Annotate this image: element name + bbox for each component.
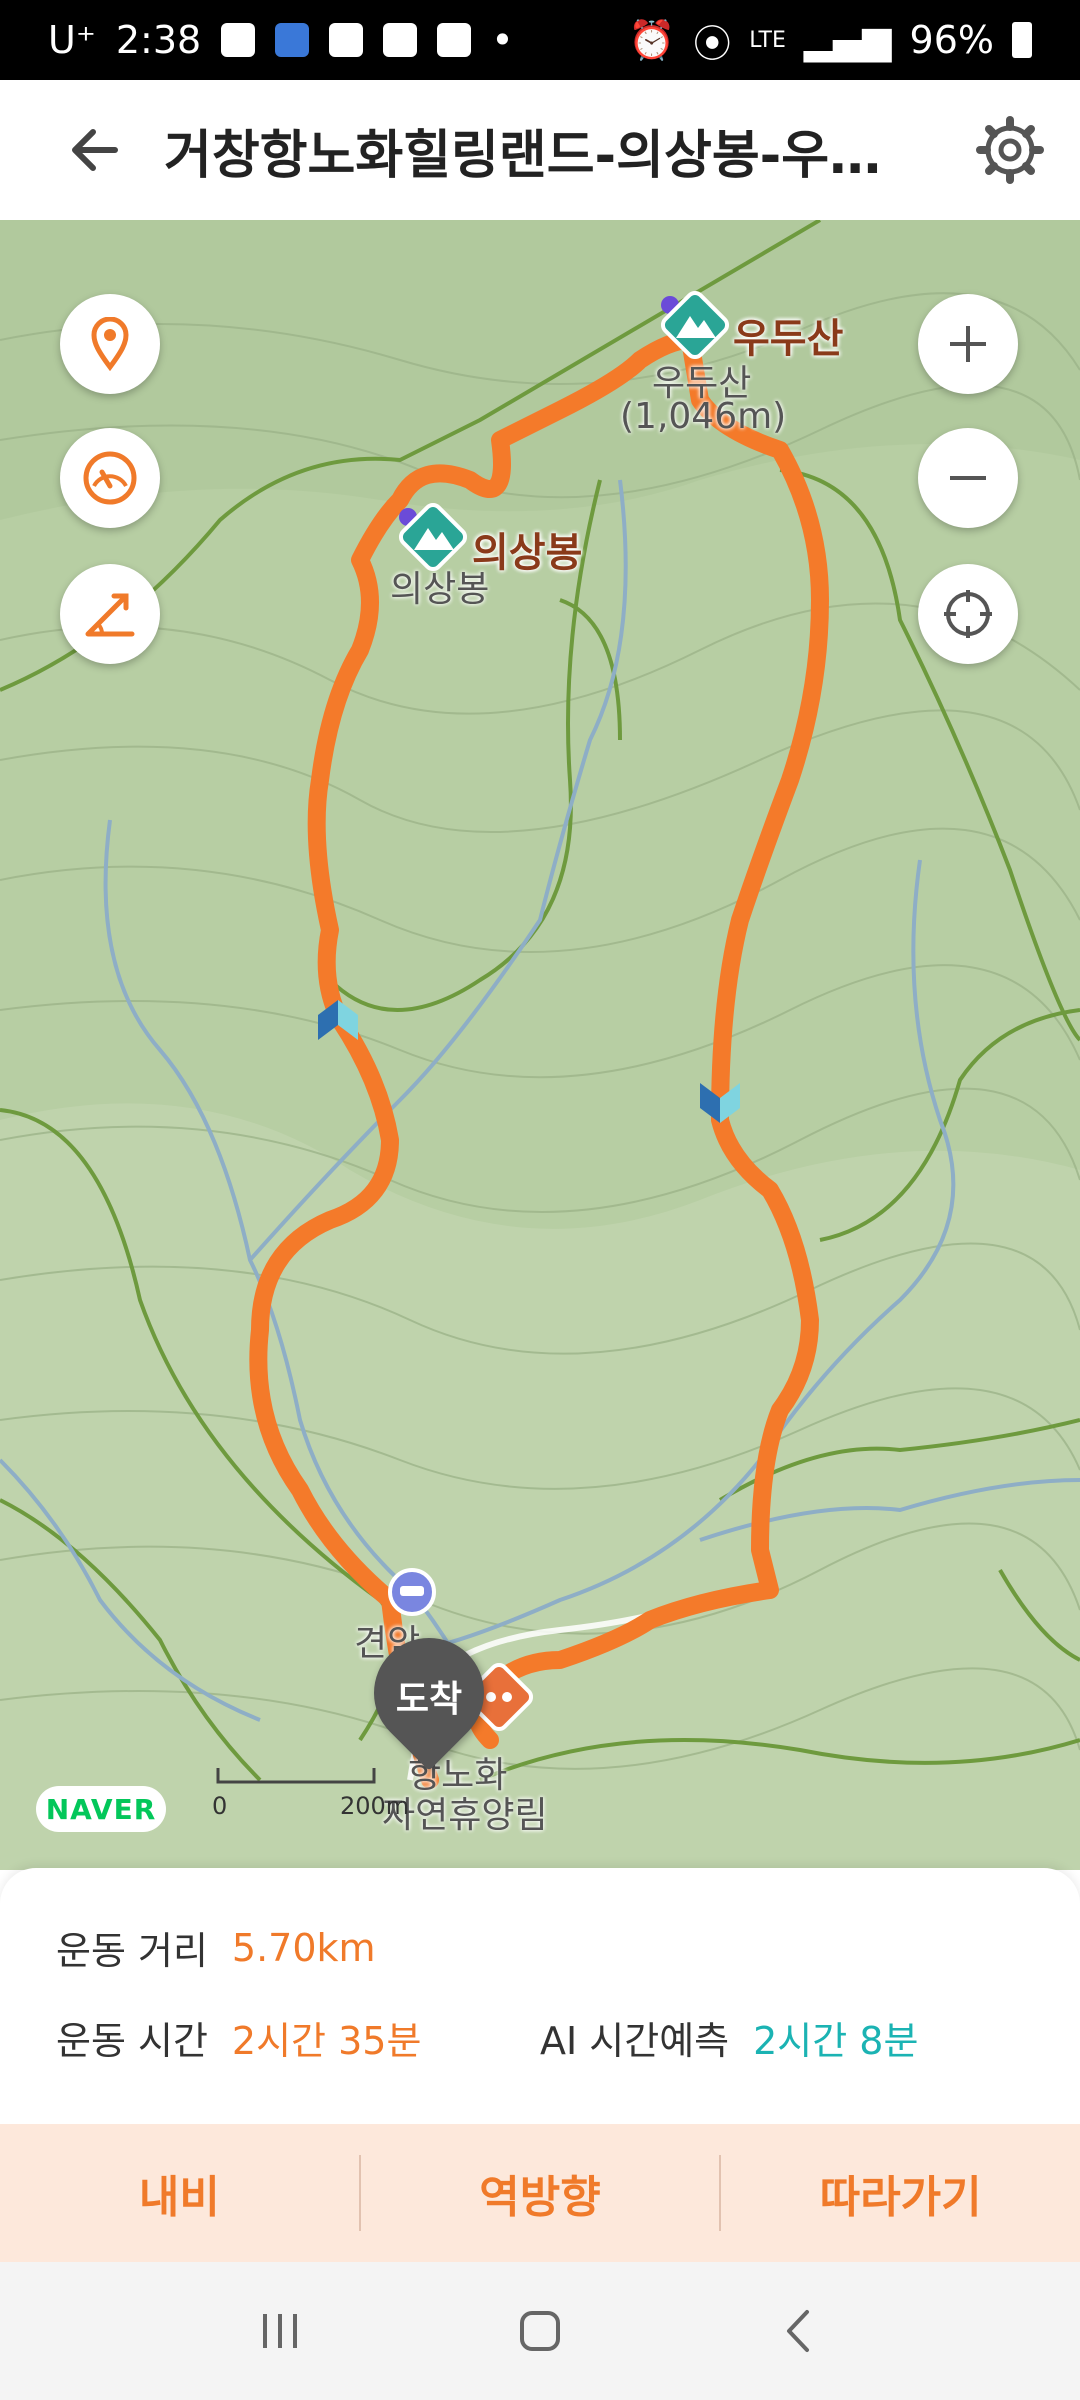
action-bar: 내비 역방향 따라가기 (0, 2124, 1080, 2262)
end-marker-label: 도착 (395, 1679, 463, 1720)
zoom-out-button[interactable] (918, 428, 1018, 528)
time-row: 운동 시간 2시간 35분 (56, 2010, 421, 2065)
gauge-icon (83, 451, 137, 505)
time-value: 2시간 35분 (231, 2019, 422, 2063)
ai-time-row: AI 시간예측 2시간 8분 (540, 2010, 918, 2065)
navigation-button[interactable]: 내비 (0, 2161, 359, 2225)
location-icon: ⦿ (693, 21, 732, 66)
distance-value: 5.70km (231, 1925, 376, 1970)
status-bar: U⁺ 2:38 • ⏰ ⦿ LTE ▂▄▆ 96% (0, 0, 1080, 80)
naver-logo: NAVER (36, 1786, 166, 1832)
ai-time-label: AI 시간예측 (540, 2019, 730, 2063)
back-nav-icon[interactable] (775, 2306, 825, 2356)
signal-icon: ▂▄▆ (803, 18, 892, 62)
page-title: 거창항노화힐링랜드-의상봉-우… (164, 125, 882, 186)
map-view[interactable]: 우두산 우두산 (1,046m) 의상봉 의상봉 견암 항노화 자연휴양림 도착… (0, 220, 1080, 1870)
more-dot-icon: • (491, 18, 514, 62)
my-location-button[interactable] (918, 564, 1018, 664)
scale-start: 0 (212, 1792, 228, 1820)
peak-elevation-uudusan: (1,046m) (620, 396, 787, 437)
app-notification-icon (275, 23, 310, 57)
system-nav-bar (0, 2262, 1080, 2400)
back-button[interactable] (40, 80, 150, 220)
shield-icon (383, 23, 418, 57)
header: 거창항노화힐링랜드-의상봉-우… (0, 80, 1080, 220)
arrow-left-icon (72, 129, 118, 171)
reverse-direction-button[interactable]: 역방향 (361, 2161, 720, 2225)
home-icon[interactable] (515, 2306, 565, 2356)
crosshair-icon (944, 590, 992, 638)
minus-icon (950, 476, 986, 480)
slope-button[interactable] (60, 564, 160, 664)
slope-icon (85, 593, 135, 637)
settings-button[interactable] (976, 116, 1044, 184)
speed-gauge-button[interactable] (60, 428, 160, 528)
image-icon (437, 23, 472, 57)
app-notification-icon-2 (329, 23, 364, 57)
zoom-in-button[interactable] (918, 294, 1018, 394)
carrier-label: U⁺ (48, 18, 96, 62)
distance-row: 운동 거리 5.70km (56, 1920, 376, 1975)
location-pin-icon (91, 317, 129, 371)
gear-icon (976, 116, 1044, 184)
current-location-pin-button[interactable] (60, 294, 160, 394)
network-label: LTE (749, 27, 786, 53)
scale-end: 200m (340, 1792, 410, 1820)
battery-label: 96% (909, 18, 994, 62)
distance-label: 운동 거리 (56, 1929, 208, 1973)
time: 2:38 (115, 18, 202, 62)
alarm-icon: ⏰ (627, 17, 676, 62)
time-label: 운동 시간 (56, 2019, 208, 2063)
plus-icon (950, 326, 986, 362)
recent-apps-icon[interactable] (255, 2306, 305, 2356)
ai-time-value: 2시간 8분 (753, 2019, 919, 2063)
notification-icon (221, 23, 256, 57)
peak-label-uisangbong: 의상봉 (390, 569, 490, 610)
battery-icon (1012, 22, 1032, 58)
facility-marker-icon (388, 1568, 436, 1616)
follow-route-button[interactable]: 따라가기 (721, 2161, 1080, 2225)
